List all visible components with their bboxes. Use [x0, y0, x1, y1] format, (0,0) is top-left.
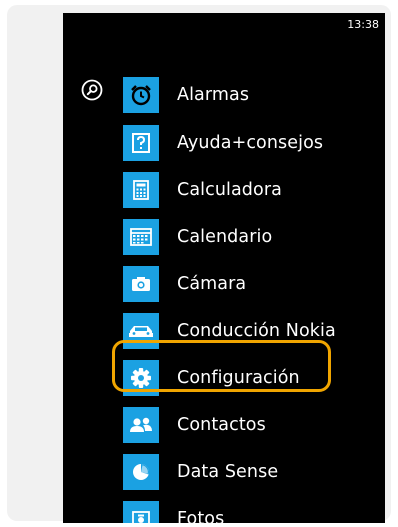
app-label: Cámara	[177, 274, 247, 294]
app-label: Conducción Nokia	[177, 321, 336, 341]
app-item-contactos[interactable]: Contactos	[123, 407, 385, 443]
app-label: Calendario	[177, 227, 273, 247]
app-label: Calculadora	[177, 180, 282, 200]
people-icon	[123, 407, 159, 443]
app-item-data-sense[interactable]: Data Sense	[123, 454, 385, 490]
app-item-alarmas[interactable]: Alarmas	[123, 77, 385, 113]
app-label: Alarmas	[177, 85, 250, 105]
search-icon	[81, 79, 103, 101]
app-item-ayuda[interactable]: Ayuda+consejos	[123, 125, 385, 161]
search-button[interactable]	[81, 79, 103, 101]
camera-icon	[123, 266, 159, 302]
alarm-clock-icon	[123, 77, 159, 113]
status-time: 13:38	[347, 18, 379, 31]
pie-chart-icon	[123, 454, 159, 490]
app-label: Contactos	[177, 415, 266, 435]
calendar-icon	[123, 219, 159, 255]
app-item-calendario[interactable]: Calendario	[123, 219, 385, 255]
app-item-fotos[interactable]: Fotos	[123, 501, 385, 523]
phone-screen: 13:38 Alarmas Ayuda+consejos Calculadora…	[63, 13, 385, 523]
app-item-calculadora[interactable]: Calculadora	[123, 172, 385, 208]
app-label: Ayuda+consejos	[177, 133, 324, 153]
calculator-icon	[123, 172, 159, 208]
highlight-outline	[112, 340, 331, 392]
app-label: Data Sense	[177, 462, 279, 482]
app-label: Fotos	[177, 509, 225, 523]
help-icon	[123, 125, 159, 161]
app-item-camara[interactable]: Cámara	[123, 266, 385, 302]
photo-icon	[123, 501, 159, 523]
